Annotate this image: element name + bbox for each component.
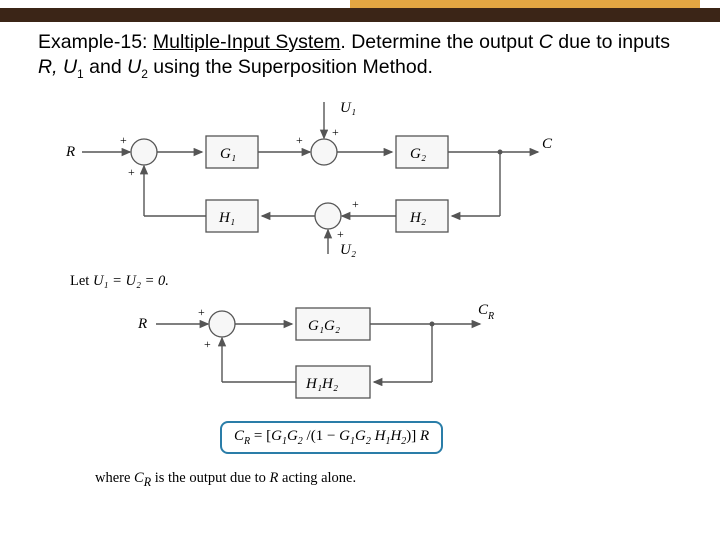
d1-R-label: R: [65, 144, 75, 160]
d2-CR: CR: [478, 302, 494, 322]
d2-plusA: +: [198, 305, 205, 319]
let-eq: U₁ = U₂ = 0.: [93, 273, 169, 289]
bottom-note: where CR is the output due to R acting a…: [95, 470, 720, 490]
where-word: where: [95, 470, 134, 486]
d1-plus1: +: [120, 133, 127, 147]
heading-R: R: [38, 56, 52, 78]
heading-U1: U: [63, 56, 77, 78]
d1-U1: U₁: [340, 100, 356, 116]
heading-U2: U: [127, 56, 141, 78]
block-diagram-2: R + + G₁G₂ CR H₁H₂: [60, 296, 620, 416]
d1-U2: U₂: [340, 242, 356, 258]
d2-H1H2: H₁H₂: [305, 376, 338, 392]
d2-plusB: +: [204, 337, 211, 351]
d2-G1G2: G₁G₂: [308, 318, 340, 334]
heading-sub2: 2: [141, 67, 148, 81]
let-word: Let: [70, 273, 93, 289]
let-line: Let U₁ = U₂ = 0.: [70, 273, 720, 290]
d1-plus3b: +: [337, 227, 344, 241]
heading-r1: . Determine the output: [340, 31, 538, 53]
example-label: Example-15:: [38, 31, 147, 53]
diagram-area: R + + G₁ + + U₁ G₂ C H₂ + + U₂ H₁: [60, 98, 640, 263]
d1-G1: G₁: [220, 146, 236, 162]
d1-H1: H₁: [218, 210, 235, 226]
block-diagram-1: R + + G₁ + + U₁ G₂ C H₂ + + U₂ H₁: [60, 98, 620, 258]
heading-r2: due to inputs: [553, 31, 670, 53]
diagram-area-2: R + + G₁G₂ CR H₁H₂: [60, 296, 640, 421]
heading-r3: using the Superposition Method.: [148, 56, 433, 78]
where-tail: acting alone.: [278, 470, 356, 486]
d2-R: R: [137, 316, 147, 332]
heading-text: Example-15: Multiple-Input System. Deter…: [0, 22, 720, 96]
heading-C: C: [539, 31, 553, 53]
d1-plus2: +: [296, 133, 303, 147]
heading-sub1: 1: [77, 67, 84, 81]
heading-and: and: [84, 56, 127, 78]
d1-G2: G₂: [410, 146, 426, 162]
equation-box: CR = [G1G2 /(1 − G1G2 H1H2)] R: [220, 421, 443, 454]
closed-loop-equation: CR = [G1G2 /(1 − G1G2 H1H2)] R: [0, 421, 720, 454]
d1-H2: H₂: [409, 210, 426, 226]
d1-plus1b: +: [128, 165, 135, 179]
d1-plus2b: +: [332, 125, 339, 139]
brown-band: [0, 8, 720, 22]
d1-C: C: [542, 136, 553, 152]
heading-comma: ,: [52, 56, 63, 78]
where-rest: is the output due to: [151, 470, 269, 486]
where-CR: CR: [134, 470, 151, 486]
heading-underlined: Multiple-Input System: [153, 31, 341, 53]
d1-plus3: +: [352, 197, 359, 211]
slide-top-bar: [0, 0, 720, 22]
